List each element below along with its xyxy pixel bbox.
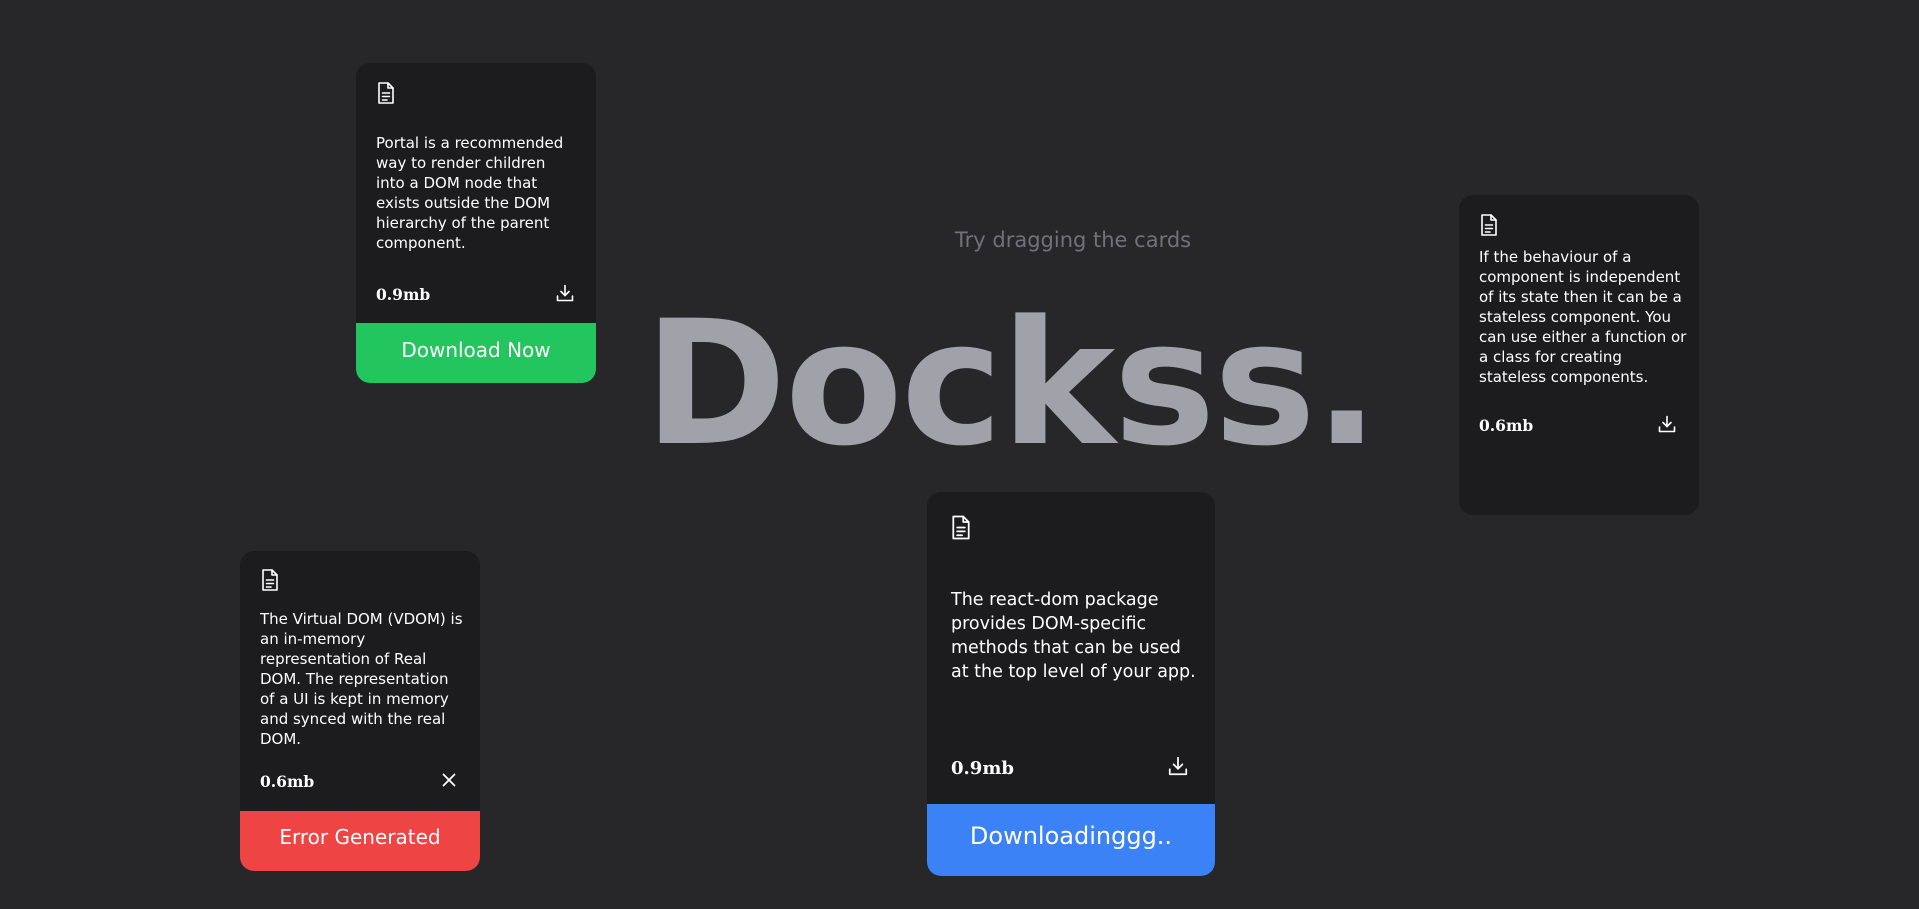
card-description: The Virtual DOM (VDOM) is an in-memory r… <box>260 610 463 748</box>
download-icon[interactable] <box>1167 755 1189 777</box>
card-description: Portal is a recommended way to render ch… <box>376 134 564 252</box>
download-now-button[interactable]: Download Now <box>356 323 596 383</box>
close-icon[interactable] <box>441 772 457 788</box>
download-icon[interactable] <box>1657 414 1677 434</box>
file-size: 0.6mb <box>260 772 315 791</box>
file-size: 0.9mb <box>951 758 1014 779</box>
downloading-status-button[interactable]: Downloadinggg.. <box>927 804 1215 876</box>
download-icon[interactable] <box>555 283 575 303</box>
document-icon <box>1481 214 1497 236</box>
card-description: If the behaviour of a component is indep… <box>1479 248 1687 386</box>
file-card[interactable]: Portal is a recommended way to render ch… <box>356 63 596 383</box>
error-generated-button[interactable]: Error Generated <box>240 811 480 871</box>
document-icon <box>952 515 970 540</box>
file-card[interactable]: The react-dom package provides DOM-speci… <box>927 492 1215 876</box>
page-title: Dockss. <box>644 283 1379 484</box>
stage: Try dragging the cards Dockss. Portal is… <box>0 0 1919 909</box>
file-size: 0.6mb <box>1479 416 1534 435</box>
document-icon <box>378 82 394 104</box>
file-card[interactable]: If the behaviour of a component is indep… <box>1459 195 1699 515</box>
document-icon <box>262 569 278 591</box>
card-description: The react-dom package provides DOM-speci… <box>951 590 1196 682</box>
file-card[interactable]: The Virtual DOM (VDOM) is an in-memory r… <box>240 551 480 871</box>
file-size: 0.9mb <box>376 285 431 304</box>
